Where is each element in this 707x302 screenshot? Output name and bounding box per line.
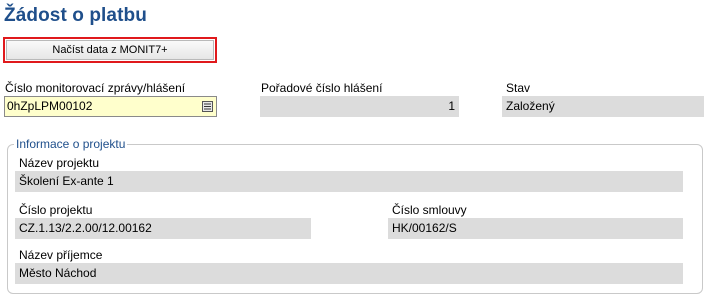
status-label: Stav — [506, 81, 531, 95]
project-number-field: CZ.1.13/2.2.00/12.00162 — [15, 218, 311, 239]
project-info-legend: Informace o projektu — [14, 137, 128, 151]
list-lookup-icon[interactable] — [202, 101, 213, 112]
sequence-number-field: 1 — [260, 96, 459, 117]
project-name-field: Školení Ex-ante 1 — [15, 171, 683, 192]
sequence-number-label: Pořadové číslo hlášení — [261, 81, 383, 95]
contract-number-field: HK/00162/S — [388, 218, 683, 239]
load-button-highlight: Načíst data z MONIT7+ — [3, 37, 217, 63]
report-number-label: Číslo monitorovací zprávy/hlášení — [5, 81, 186, 95]
recipient-name-field: Město Náchod — [15, 263, 683, 284]
project-number-label: Číslo projektu — [19, 203, 93, 217]
project-name-label: Název projektu — [19, 156, 100, 170]
report-number-input[interactable]: 0hZpLPM00102 — [4, 96, 217, 117]
page-title: Žádost o platbu — [4, 5, 147, 26]
recipient-name-label: Název příjemce — [19, 248, 103, 262]
load-from-monit-button[interactable]: Načíst data z MONIT7+ — [6, 40, 214, 60]
contract-number-label: Číslo smlouvy — [392, 203, 467, 217]
report-number-value: 0hZpLPM00102 — [7, 99, 93, 113]
status-field: Založený — [502, 96, 704, 117]
